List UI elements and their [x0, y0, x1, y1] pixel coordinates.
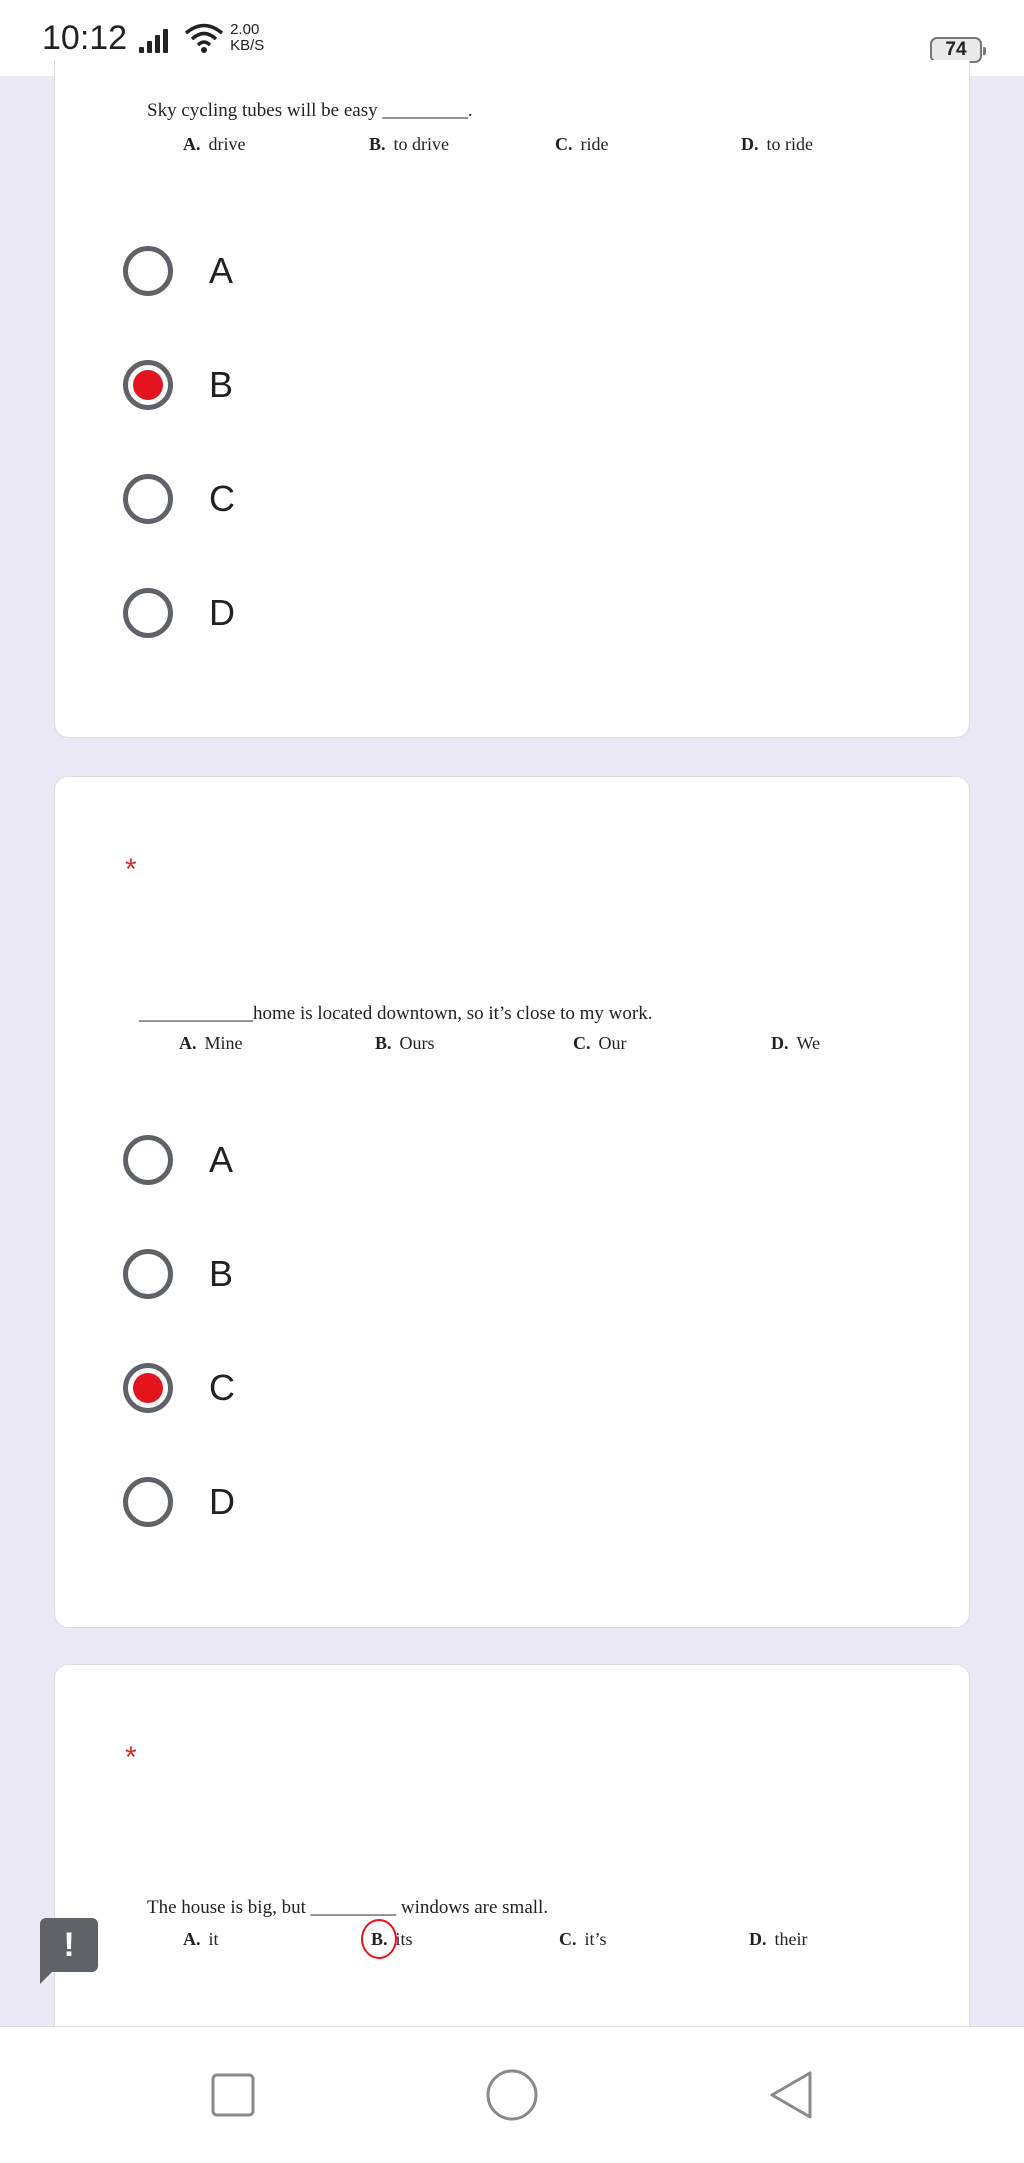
option-label: C [209, 478, 235, 519]
option-label: A [209, 1139, 234, 1180]
question-image-1: Sky cycling tubes will be easy _________… [55, 100, 971, 170]
choice-d: D. their [749, 1929, 808, 1949]
report-feedback-button[interactable]: ! [40, 1918, 98, 1984]
choice-d: D. to ride [741, 134, 813, 154]
option-label: C [209, 1367, 235, 1408]
back-triangle-icon[interactable] [762, 2065, 822, 2125]
choice-a: A. Mine [179, 1033, 243, 1053]
signal-icon [139, 23, 169, 53]
navigation-bar [0, 2026, 1024, 2163]
radio-button[interactable] [123, 1477, 173, 1527]
choice-c: C. ride [555, 134, 609, 154]
radio-option-a[interactable]: A [123, 1131, 423, 1189]
radio-button[interactable] [123, 1249, 173, 1299]
choice-a: A. drive [183, 134, 246, 154]
option-label: B [209, 364, 234, 405]
question-image-2: ____________home is located downtown, so… [55, 1003, 971, 1073]
option-label: B [209, 1253, 234, 1294]
network-speed-value: 2.00 [230, 21, 260, 38]
battery-level: 74 [945, 39, 967, 60]
question-sentence: ____________home is located downtown, so… [139, 1003, 653, 1024]
radio-option-c[interactable]: C [123, 470, 423, 528]
choice-b: B. to drive [369, 134, 450, 154]
choice-c: C. it’s [559, 1929, 607, 1949]
option-label: D [209, 1481, 235, 1522]
radio-option-a[interactable]: A [123, 242, 423, 300]
radio-option-d[interactable]: D [123, 1473, 423, 1531]
network-speed: 2.00 KB/S [230, 22, 264, 54]
question-card-2: * ____________home is located downtown, … [54, 776, 970, 1628]
radio-button[interactable] [123, 474, 173, 524]
network-speed-unit: KB/S [230, 37, 265, 54]
question-sentence: The house is big, but _________ windows … [147, 1897, 549, 1918]
radio-button-selected[interactable] [123, 360, 173, 410]
hand-drawn-circle-mark [361, 1919, 397, 1959]
radio-option-b[interactable]: B [123, 356, 423, 414]
radio-option-b[interactable]: B [123, 1245, 423, 1303]
radio-button-selected[interactable] [123, 1363, 173, 1413]
status-time: 10:12 [42, 18, 128, 57]
radio-button[interactable] [123, 588, 173, 638]
option-label: D [209, 592, 235, 633]
exclamation-icon: ! [63, 1925, 75, 1964]
home-circle-icon[interactable] [482, 2065, 542, 2125]
choice-d: D. We [771, 1033, 821, 1053]
required-star: * [125, 853, 137, 886]
required-star: * [125, 1741, 137, 1774]
radio-button[interactable] [123, 1135, 173, 1185]
recents-square-icon[interactable] [203, 2065, 263, 2125]
radio-button[interactable] [123, 246, 173, 296]
question-card-3: * The house is big, but _________ window… [54, 1664, 970, 2064]
question-sentence: Sky cycling tubes will be easy _________… [147, 100, 473, 121]
question-card-1: Sky cycling tubes will be easy _________… [54, 60, 970, 738]
choice-b: B. Ours [375, 1033, 435, 1053]
question-image-3: The house is big, but _________ windows … [55, 1897, 971, 1977]
radio-option-d[interactable]: D [123, 584, 423, 642]
option-label: A [209, 250, 234, 291]
choice-c: C. Our [573, 1033, 627, 1053]
choice-a: A. it [183, 1929, 219, 1949]
wifi-icon [184, 23, 224, 53]
radio-option-c[interactable]: C [123, 1359, 423, 1417]
